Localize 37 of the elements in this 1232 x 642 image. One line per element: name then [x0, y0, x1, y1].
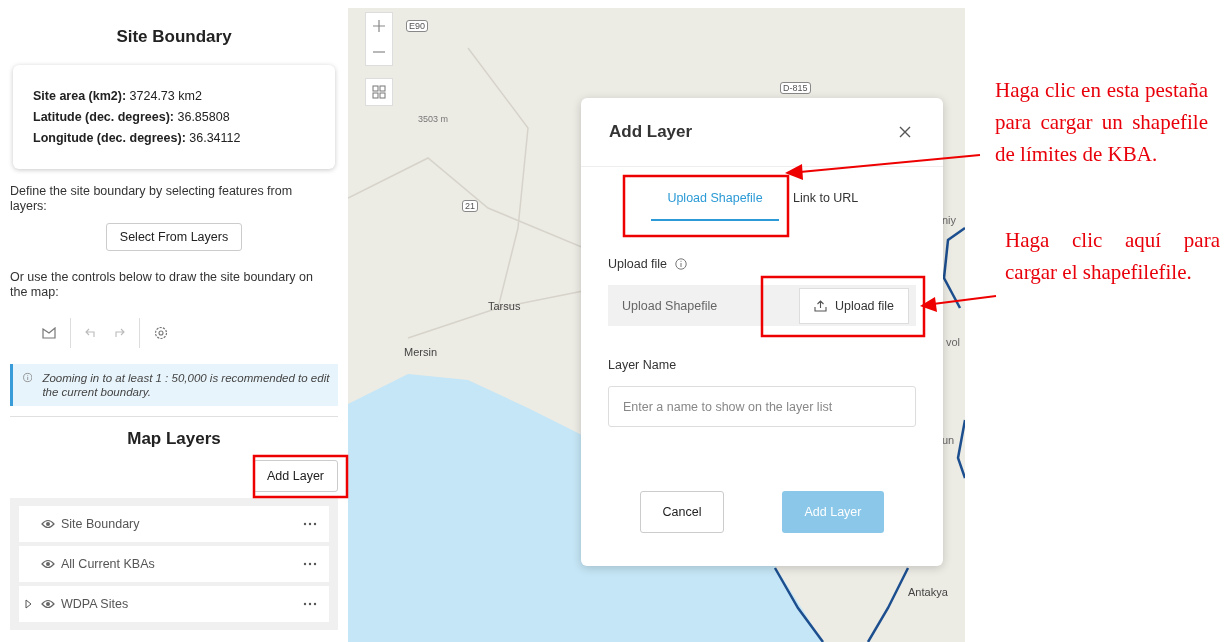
layer-name: WDPA Sites [61, 597, 130, 611]
stat-text: Latitude (dec. degrees): 36.85808 [33, 110, 231, 124]
layer-name-field[interactable]: Enter a name to show on the layer list [608, 386, 916, 427]
map-label: D-815 [780, 82, 811, 94]
section-title: Map Layers [126, 429, 222, 449]
tab[interactable]: Link to URL [793, 179, 859, 221]
map-label: 3503 m [418, 114, 449, 124]
map-label: Tarsus [488, 300, 521, 312]
stat-text: Longitude (dec. degrees): 36.34112 [33, 131, 242, 145]
cancel-button[interactable]: Cancel [640, 491, 724, 533]
add-layer-button[interactable]: Add Layer [253, 460, 338, 492]
layer-name: Site Boundary [61, 517, 141, 531]
layer-row[interactable]: All Current KBAs [19, 546, 329, 582]
map-label: Antakya [908, 586, 948, 598]
stat-text: Site area (km2): 3724.73 km2 [33, 89, 203, 103]
callout-text: Haga clic en esta pestaña para cargar un shapefile de límites de KBA. [995, 77, 1208, 168]
layer-row[interactable]: Site Boundary [19, 506, 329, 542]
dialog-title: Add Layer [609, 122, 693, 142]
file-field[interactable]: Upload Shapefile Upload file [608, 285, 916, 326]
section-title: Site Boundary [115, 27, 233, 47]
map-label: 21 [462, 200, 478, 212]
instruction-text: Define the site boundary by selecting features from layers: [10, 184, 294, 214]
layer-name: All Current KBAs [61, 557, 156, 571]
upload-button[interactable]: Upload file [798, 287, 909, 324]
layer-row[interactable]: WDPA Sites [19, 586, 329, 622]
field-label: Layer Name [608, 358, 678, 372]
select-button[interactable]: Select From Layers [105, 223, 243, 251]
map-label: niy [942, 214, 957, 226]
map-label: un [942, 434, 955, 446]
notice-text: Zooming in to at least 1 : 50,000 is recommended to edit the current boundary. [42, 371, 330, 399]
instruction-text: Or use the controls below to draw the site boundary on the map: [10, 270, 314, 300]
field-label: Upload file [608, 257, 668, 271]
map-label: vol [946, 336, 961, 348]
map-label: Mersin [404, 346, 437, 358]
map-label: E90 [406, 20, 428, 32]
callout-text: Haga clic aquí para cargar el shapefilefile. [1005, 227, 1220, 286]
file-placeholder: Upload Shapefile [622, 298, 718, 313]
